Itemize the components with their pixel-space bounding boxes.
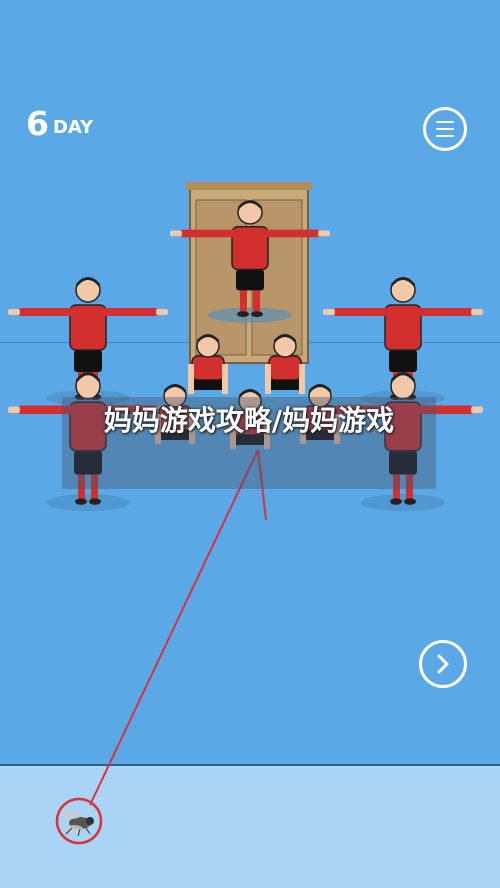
hamburger-menu-icon-line: [436, 128, 454, 130]
day-label: DAY: [52, 117, 94, 138]
chevron-right-icon: [437, 654, 449, 674]
hamburger-menu-icon-line: [436, 135, 454, 137]
fly-target[interactable]: [55, 797, 103, 845]
next-button[interactable]: [419, 640, 467, 688]
hamburger-menu-icon: [436, 121, 454, 123]
menu-button[interactable]: [423, 107, 467, 151]
day-number: 6: [26, 104, 49, 143]
caption-text: 妈妈游戏攻略/妈妈游戏: [103, 404, 395, 437]
day-counter: 6 DAY: [26, 104, 93, 143]
game-stage: 6 DAY 妈妈游戏攻略/妈妈游戏: [0, 0, 500, 888]
